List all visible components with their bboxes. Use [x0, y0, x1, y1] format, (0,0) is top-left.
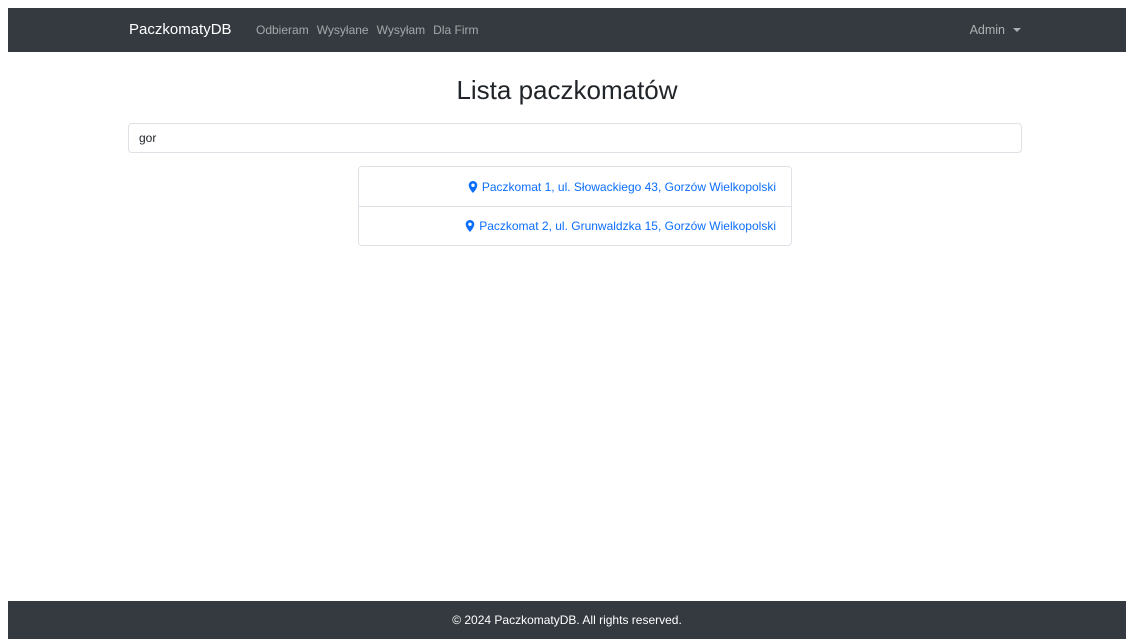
nav-link-wysylane[interactable]: Wysyłane [317, 23, 369, 37]
navbar: PaczkomatyDB Odbieram Wysyłane Wysyłam D… [8, 8, 1126, 52]
list-item-label: Paczkomat 1, ul. Słowackiego 43, Gorzów … [481, 179, 776, 194]
search-input[interactable] [128, 123, 1022, 153]
user-name: Admin [969, 23, 1005, 37]
nav-link-odbieram[interactable]: Odbieram [256, 23, 309, 37]
map-marker-icon [465, 220, 475, 232]
caret-down-icon [1013, 28, 1021, 32]
list-item[interactable]: Paczkomat 2, ul. Grunwaldzka 15, Gorzów … [359, 206, 791, 245]
page-title: Lista paczkomatów [456, 75, 678, 105]
nav-links: Odbieram Wysyłane Wysyłam Dla Firm [256, 8, 479, 52]
nav-link-dla-firm[interactable]: Dla Firm [433, 23, 478, 37]
map-marker-icon [468, 180, 478, 193]
list-item-label: Paczkomat 2, ul. Grunwaldzka 15, Gorzów … [479, 219, 776, 233]
top-gap [0, 0, 1134, 8]
footer: © 2024 PaczkomatyDB. All rights reserved… [8, 601, 1126, 639]
results-list: Paczkomat 1, ul. Słowackiego 43, Gorzów … [358, 166, 792, 246]
list-item[interactable]: Paczkomat 1, ul. Słowackiego 43, Gorzów … [359, 167, 791, 206]
user-menu-toggle[interactable]: Admin [970, 8, 1021, 52]
brand-link[interactable]: PaczkomatyDB [129, 8, 232, 52]
nav-link-wysylam[interactable]: Wysyłam [377, 23, 426, 37]
footer-text: © 2024 PaczkomatyDB. All rights reserved… [452, 613, 682, 627]
